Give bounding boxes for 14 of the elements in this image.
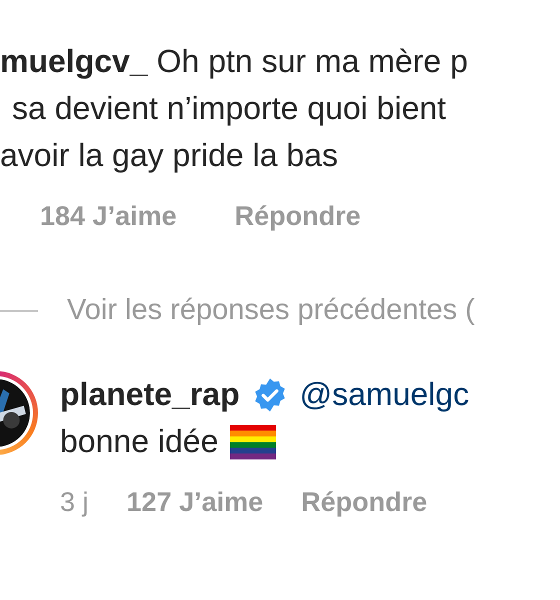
comment-text: sa devient n’importe quoi bient [12,89,446,128]
likes-button[interactable]: 127 J’aime [126,487,264,518]
reply-button[interactable]: Répondre [234,201,361,232]
view-previous-replies-link[interactable]: Voir les réponses précédentes ( [67,294,475,327]
likes-button[interactable]: 184 J’aime [40,201,177,232]
timestamp: 3 j [60,487,89,518]
comment-text: bonne idée [60,422,218,461]
username[interactable]: planete_rap [60,371,240,418]
comment-text: Oh ptn sur ma mère p [156,42,468,81]
reply-button[interactable]: Répondre [301,487,428,518]
mention-link[interactable]: @samuelgc [300,376,470,413]
comment-text: avoir la gay pride la bas [0,136,338,175]
rainbow-flag-icon [230,422,276,460]
username[interactable]: muelgcv_ [0,38,148,85]
